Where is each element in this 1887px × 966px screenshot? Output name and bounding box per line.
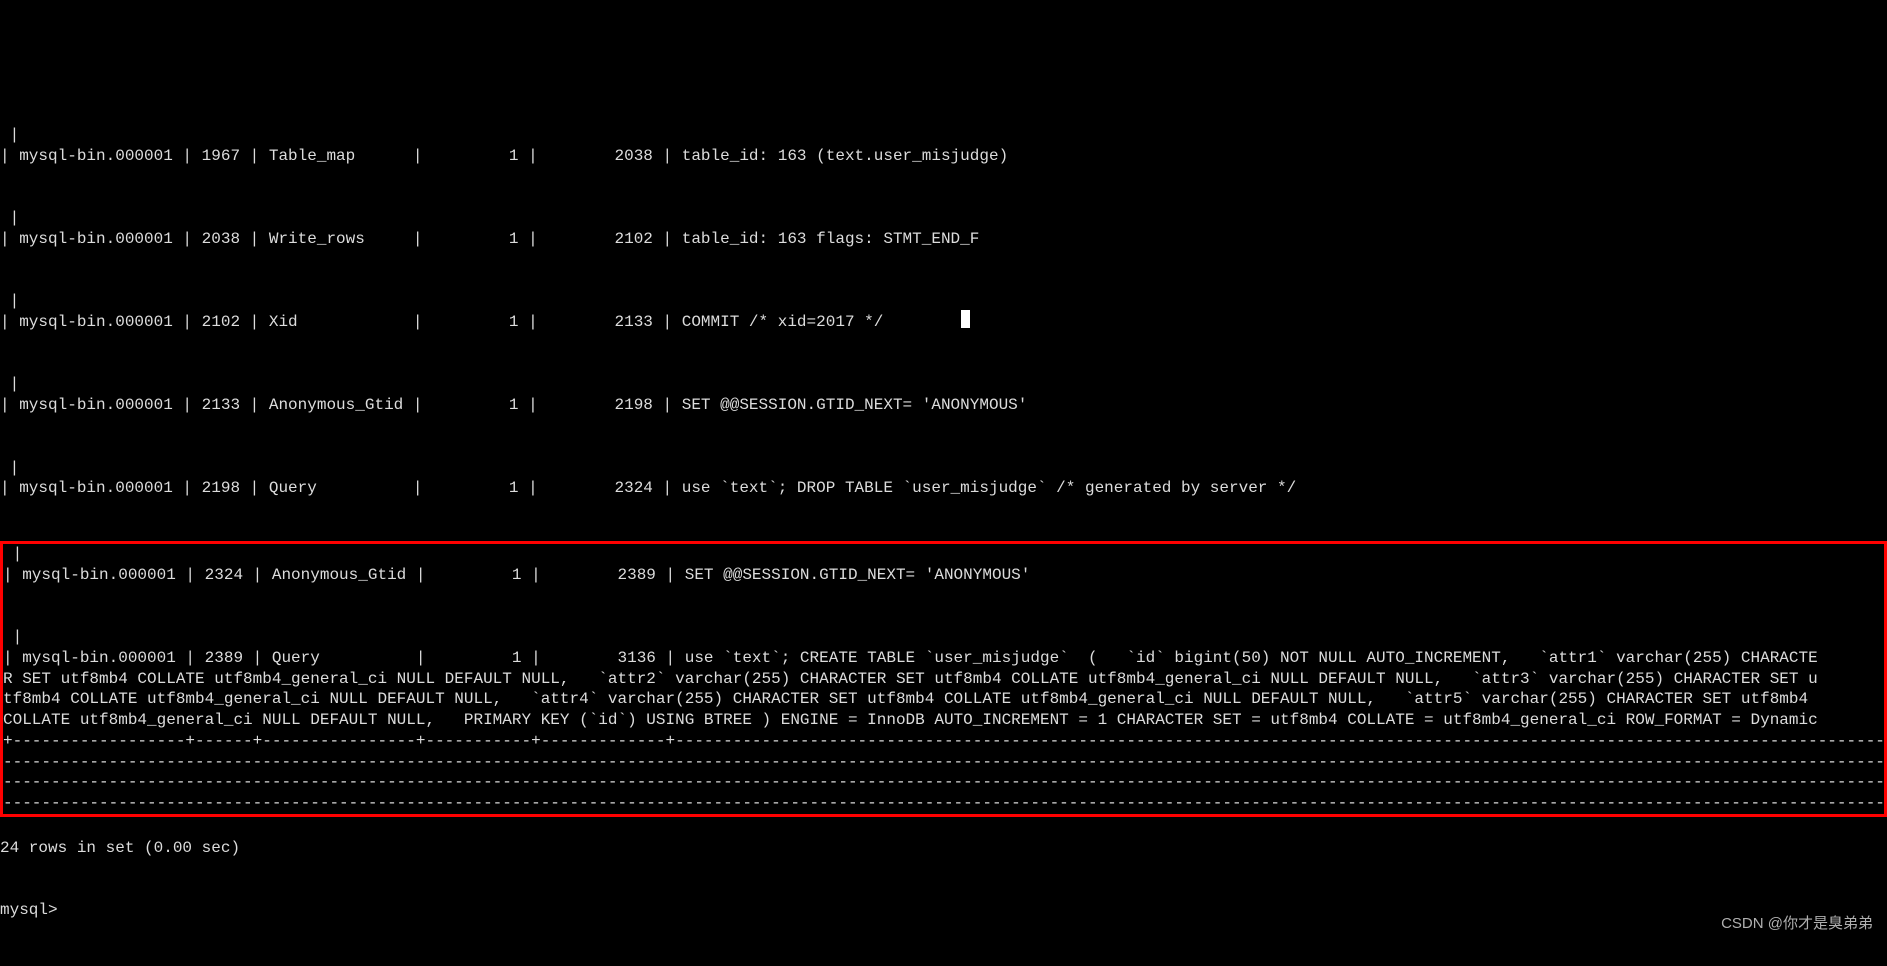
watermark: CSDN @你才是臭弟弟 [1721, 914, 1873, 934]
table-separator: ----------------------------------------… [3, 773, 1887, 791]
table-separator: ----------------------------------------… [3, 753, 1887, 771]
text-cursor [961, 310, 970, 328]
binlog-row: | | mysql-bin.000001 | 2038 | Write_rows… [0, 208, 1887, 270]
binlog-row: | | mysql-bin.000001 | 2198 | Query | 1 … [0, 458, 1887, 520]
mysql-prompt[interactable]: mysql> [0, 900, 1887, 921]
highlighted-region: | | mysql-bin.000001 | 2324 | Anonymous_… [0, 541, 1887, 817]
binlog-row: | | mysql-bin.000001 | 2133 | Anonymous_… [0, 374, 1887, 436]
result-summary: 24 rows in set (0.00 sec) [0, 838, 1887, 859]
table-separator: +------------------+------+-------------… [3, 732, 1887, 750]
binlog-row: | | mysql-bin.000001 | 1967 | Table_map … [0, 125, 1887, 187]
binlog-row: | | mysql-bin.000001 | 2102 | Xid | 1 | … [0, 291, 1887, 353]
terminal-output: | | mysql-bin.000001 | 1967 | Table_map … [0, 104, 1887, 942]
table-separator: ----------------------------------------… [3, 794, 1887, 812]
